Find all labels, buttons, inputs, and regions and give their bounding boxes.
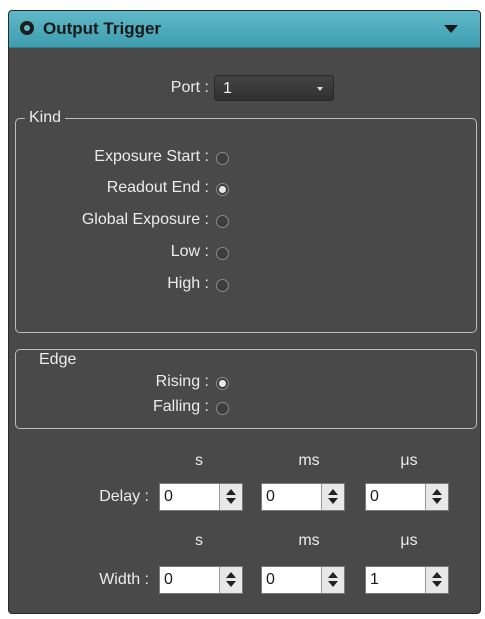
kind-label-low: Low : (170, 243, 209, 260)
spin-up-icon[interactable] (328, 489, 338, 495)
delay-ms-spinbox[interactable]: 0 (261, 483, 345, 511)
width-us-value: 1 (370, 571, 379, 588)
kind-label-readout-end: Readout End : (106, 179, 209, 196)
width-s-value: 0 (164, 571, 173, 588)
gear-circle-icon (20, 21, 34, 35)
radio-rising[interactable] (216, 377, 229, 390)
chevron-down-icon (317, 87, 323, 91)
port-value: 1 (223, 80, 232, 97)
width-us-spinbox[interactable]: 1 (365, 566, 449, 594)
spin-up-icon[interactable] (432, 572, 442, 578)
spin-down-icon[interactable] (432, 498, 442, 504)
spin-buttons[interactable] (425, 567, 448, 593)
spin-down-icon[interactable] (432, 581, 442, 587)
delay-unit-ms: ms (298, 452, 320, 469)
radio-global-exposure[interactable] (216, 215, 229, 228)
width-ms-value: 0 (266, 571, 275, 588)
spin-buttons[interactable] (425, 484, 448, 510)
delay-us-spinbox[interactable]: 0 (365, 483, 449, 511)
width-ms-spinbox[interactable]: 0 (261, 566, 345, 594)
width-s-spinbox[interactable]: 0 (159, 566, 243, 594)
spin-down-icon[interactable] (226, 498, 236, 504)
delay-s-spinbox[interactable]: 0 (159, 483, 243, 511)
spin-down-icon[interactable] (328, 581, 338, 587)
edge-label-falling: Falling : (152, 398, 209, 415)
spin-buttons[interactable] (321, 567, 344, 593)
delay-unit-us: μs (400, 452, 418, 469)
kind-label-global-exposure: Global Exposure : (81, 211, 209, 228)
radio-readout-end[interactable] (216, 183, 229, 196)
port-select[interactable]: 1 (214, 75, 334, 101)
kind-group-title: Kind (25, 109, 66, 127)
output-trigger-panel: Output Trigger Port : 1 Kind Exposure St… (8, 10, 481, 614)
spin-up-icon[interactable] (226, 572, 236, 578)
width-label: Width : (99, 571, 149, 588)
spin-up-icon[interactable] (432, 489, 442, 495)
spin-up-icon[interactable] (328, 572, 338, 578)
delay-ms-value: 0 (266, 488, 275, 505)
spin-buttons[interactable] (321, 484, 344, 510)
collapse-icon[interactable] (444, 25, 458, 33)
width-unit-ms: ms (298, 532, 320, 549)
delay-s-value: 0 (164, 488, 173, 505)
radio-falling[interactable] (216, 402, 229, 415)
spin-buttons[interactable] (219, 484, 242, 510)
width-unit-us: μs (400, 532, 418, 549)
delay-label: Delay : (99, 488, 149, 505)
spin-down-icon[interactable] (328, 498, 338, 504)
panel-title: Output Trigger (43, 19, 162, 38)
kind-label-high: High : (167, 275, 209, 292)
spin-down-icon[interactable] (226, 581, 236, 587)
radio-high[interactable] (216, 279, 229, 292)
radio-low[interactable] (216, 247, 229, 260)
edge-group-title: Edge (35, 351, 81, 369)
spin-buttons[interactable] (219, 567, 242, 593)
width-unit-s: s (195, 532, 203, 549)
delay-us-value: 0 (370, 488, 379, 505)
spin-up-icon[interactable] (226, 489, 236, 495)
edge-label-rising: Rising : (155, 373, 209, 390)
panel-header[interactable]: Output Trigger (9, 11, 480, 48)
kind-label-exposure-start: Exposure Start : (94, 148, 209, 165)
delay-unit-s: s (195, 452, 203, 469)
port-label: Port : (170, 79, 209, 96)
radio-exposure-start[interactable] (216, 152, 229, 165)
